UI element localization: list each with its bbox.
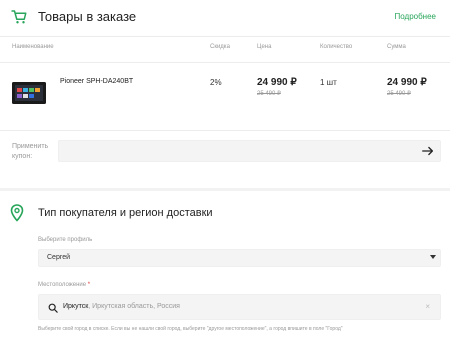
location-pin-icon xyxy=(10,204,24,222)
product-image[interactable] xyxy=(12,82,46,104)
divider xyxy=(0,130,450,131)
product-discount: 2% xyxy=(210,78,222,87)
profile-select[interactable]: Сергей xyxy=(38,249,441,267)
more-details-link[interactable]: Подробнее xyxy=(395,12,437,21)
coupon-label: Применить купон: xyxy=(12,143,49,160)
cart-title: Товары в заказе xyxy=(38,9,137,24)
city-label-text: Местоположение xyxy=(38,282,87,288)
arrow-right-icon[interactable] xyxy=(421,144,435,158)
cart-icon xyxy=(11,10,27,24)
city-name: Иркутск xyxy=(63,303,89,310)
product-name-link[interactable]: Pioneer SPH-DA240BT xyxy=(60,78,133,85)
column-header-name: Наименование xyxy=(12,44,54,50)
column-header-discount: Скидка xyxy=(210,44,230,50)
city-hint: Выберите свой город в списке. Если вы не… xyxy=(38,326,343,332)
coupon-field[interactable] xyxy=(58,140,441,162)
product-quantity: 1 шт xyxy=(320,78,337,87)
product-old-sum: 25 490 ₽ xyxy=(387,91,411,97)
required-mark: * xyxy=(87,282,91,288)
city-input[interactable]: Иркутск, Иркутская область, Россия × xyxy=(38,294,441,320)
clear-icon[interactable]: × xyxy=(425,302,430,312)
column-header-sum: Сумма xyxy=(387,44,406,50)
profile-value: Сергей xyxy=(47,254,71,261)
city-value: Иркутск, Иркутская область, Россия xyxy=(63,303,180,310)
divider xyxy=(0,62,450,63)
search-icon xyxy=(48,303,58,313)
region-header: Тип покупателя и регион доставки xyxy=(0,200,450,230)
cart-header: Товары в заказе Подробнее xyxy=(0,0,450,36)
region-title: Тип покупателя и регион доставки xyxy=(38,207,213,219)
product-sum: 24 990 ₽ xyxy=(387,77,427,88)
product-price: 24 990 ₽ xyxy=(257,77,297,88)
table-row: Pioneer SPH-DA240BT 2% 24 990 ₽ 25 490 ₽… xyxy=(0,70,450,130)
city-label: Местоположение * xyxy=(38,282,90,288)
profile-label: Выберите профиль xyxy=(38,237,93,243)
table-header: Наименование Скидка Цена Количество Сумм… xyxy=(0,44,450,56)
divider xyxy=(0,36,450,37)
chevron-down-icon xyxy=(430,255,436,259)
column-header-price: Цена xyxy=(257,44,272,50)
product-old-price: 25 490 ₽ xyxy=(257,91,281,97)
city-region: , Иркутская область, Россия xyxy=(88,303,180,310)
column-header-quantity: Количество xyxy=(320,44,353,50)
section-divider xyxy=(0,188,450,191)
